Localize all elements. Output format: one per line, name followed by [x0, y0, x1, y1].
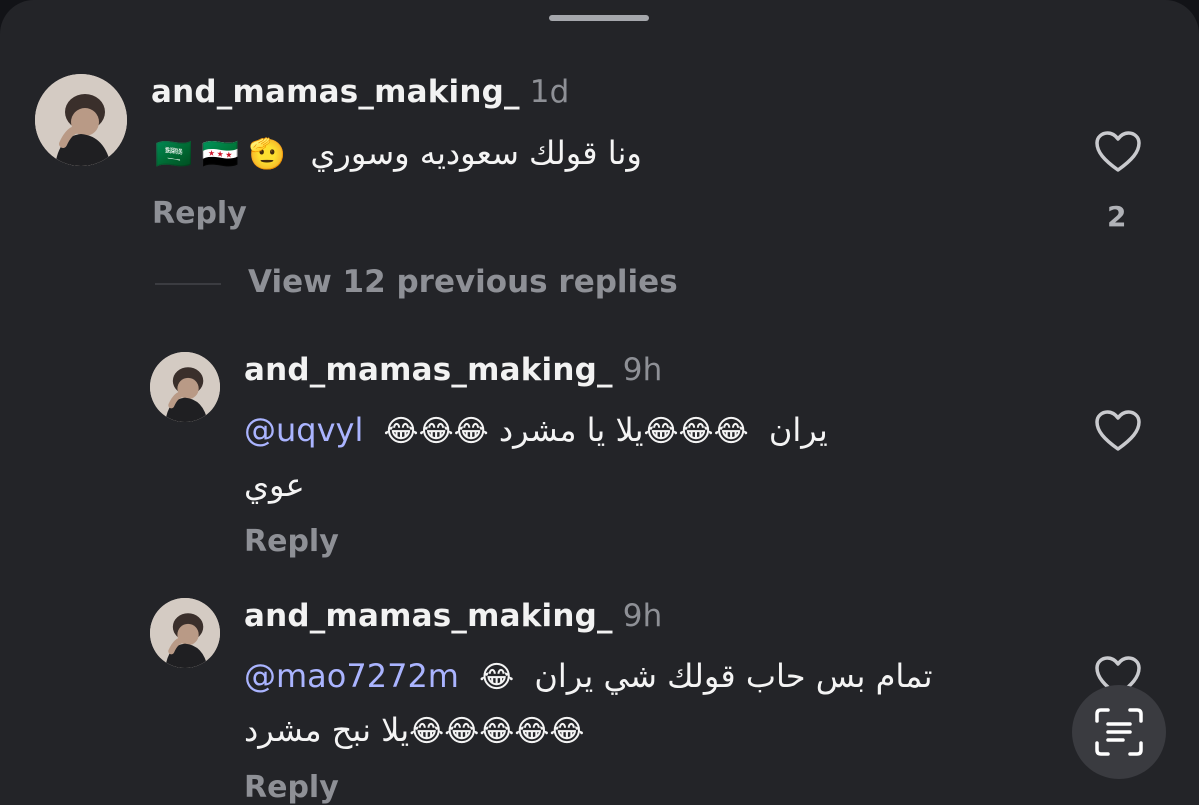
- avatar[interactable]: [150, 352, 220, 422]
- username-label[interactable]: and_mamas_making_: [244, 598, 613, 634]
- comment-timestamp: 1d: [529, 74, 570, 110]
- comments-sheet: and_mamas_making_ 1d 🇸🇦 🇸🇾 🫡 ونا قولك سعو…: [0, 0, 1199, 805]
- reply-button[interactable]: Reply: [152, 196, 247, 231]
- mention-link[interactable]: @uqvyl: [244, 411, 363, 449]
- avatar[interactable]: [150, 598, 220, 668]
- reply-arabic-text: يلا نبح مشرد: [244, 711, 410, 749]
- reply-author[interactable]: and_mamas_making_ 9h: [244, 352, 662, 388]
- reply-author[interactable]: and_mamas_making_ 9h: [244, 598, 662, 634]
- reply-button[interactable]: Reply: [244, 770, 339, 805]
- comment-author[interactable]: and_mamas_making_ 1d: [151, 74, 570, 110]
- username-label[interactable]: and_mamas_making_: [244, 352, 613, 388]
- reply-emojis: 😂😂😂😂😂: [409, 714, 585, 749]
- reply-timestamp: 9h: [622, 598, 663, 634]
- reply-emojis: 😂: [479, 660, 515, 695]
- reply-text-line-1: @uqvyl 😂😂😂 يلا يا مشرد😂😂😂 يران: [244, 411, 828, 449]
- like-count: 2: [1107, 200, 1127, 233]
- username-label[interactable]: and_mamas_making_: [151, 74, 520, 110]
- scan-text-button[interactable]: [1072, 685, 1166, 779]
- replies-divider: [155, 283, 221, 285]
- reply-emojis: 😂😂😂: [383, 414, 489, 449]
- comment-text: 🇸🇦 🇸🇾 🫡 ونا قولك سعوديه وسوري: [155, 134, 642, 172]
- scan-text-icon: [1095, 708, 1143, 756]
- avatar-photo-icon: [150, 598, 220, 668]
- reply-text-line-2: يلا نبح مشرد😂😂😂😂😂: [244, 711, 584, 749]
- reply-button[interactable]: Reply: [244, 524, 339, 559]
- like-heart-icon[interactable]: [1094, 130, 1142, 174]
- comment-arabic-text: ونا قولك سعوديه وسوري: [310, 134, 642, 172]
- comment-emojis: 🇸🇦 🇸🇾 🫡: [155, 137, 287, 172]
- reply-text-line-1: @mao7272m 😂 تمام بس حاب قولك شي يران: [244, 657, 933, 695]
- mention-link[interactable]: @mao7272m: [244, 657, 459, 695]
- reply-emojis: 😂😂😂: [643, 414, 749, 449]
- view-previous-replies-button[interactable]: View 12 previous replies: [248, 264, 678, 300]
- sheet-grabber-handle[interactable]: [549, 15, 649, 21]
- reply-text-line-2: عوي: [244, 466, 305, 504]
- avatar-photo-icon: [35, 74, 127, 166]
- like-heart-icon[interactable]: [1094, 409, 1142, 453]
- avatar-photo-icon: [150, 352, 220, 422]
- reply-arabic-text: يلا يا مشرد: [498, 411, 644, 449]
- avatar[interactable]: [35, 74, 127, 166]
- reply-timestamp: 9h: [622, 352, 663, 388]
- reply-arabic-text: يران: [768, 411, 828, 449]
- reply-arabic-text: تمام بس حاب قولك شي يران: [534, 657, 933, 695]
